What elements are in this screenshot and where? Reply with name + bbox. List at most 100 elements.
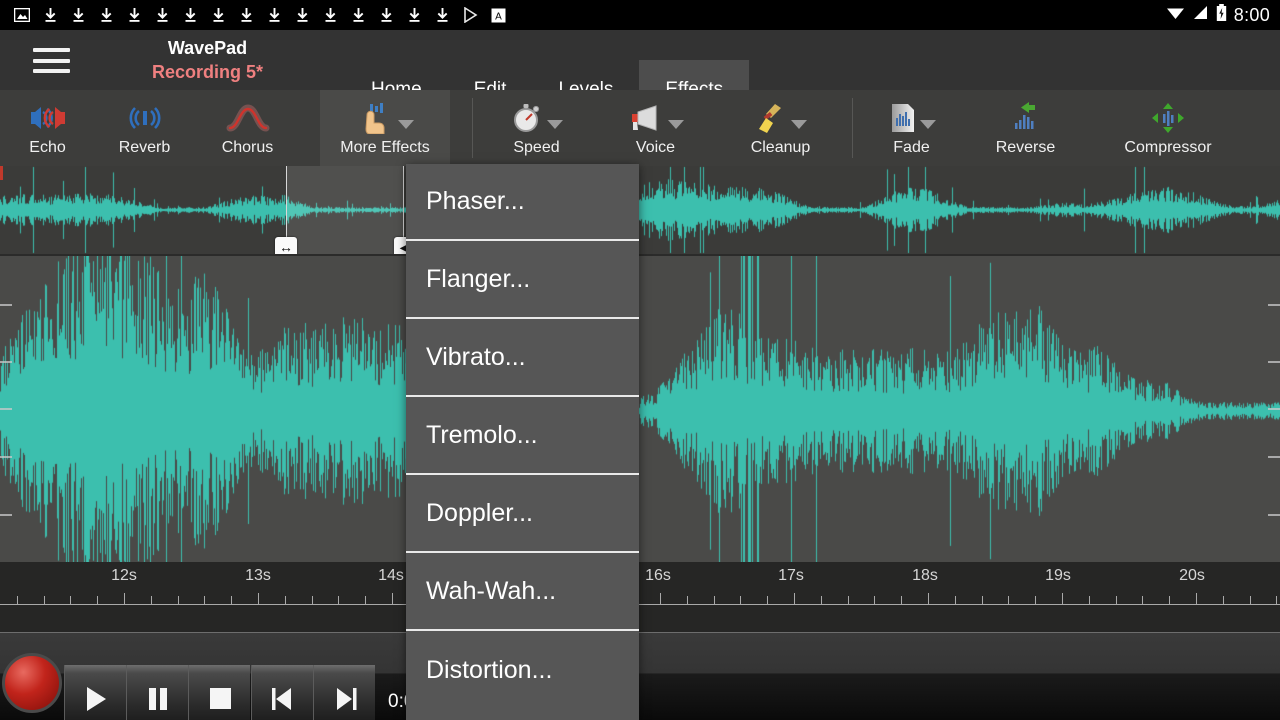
ribbon-button-reverb[interactable]: Reverb	[97, 90, 192, 166]
menu-item-distortion[interactable]: Distortion...	[406, 631, 639, 709]
ribbon-label: Speed	[513, 139, 559, 157]
ruler-label: 18s	[912, 567, 938, 585]
app-name: WavePad	[110, 37, 305, 60]
amplitude-tick	[0, 408, 12, 410]
wifi-icon	[1166, 5, 1185, 25]
amplitude-tick	[0, 514, 12, 516]
download-icon	[148, 4, 176, 26]
effects-ribbon-toolbar: Echo Reverb Chorus	[0, 90, 1280, 166]
ribbon-divider	[852, 98, 853, 158]
ribbon-label: Echo	[29, 139, 65, 157]
ribbon-label: More Effects	[340, 139, 430, 157]
amplitude-tick	[1268, 456, 1280, 458]
download-icon	[232, 4, 260, 26]
chevron-down-icon[interactable]	[398, 120, 414, 129]
menu-item-doppler[interactable]: Doppler...	[406, 475, 639, 553]
overview-selection-region[interactable]	[286, 166, 404, 254]
ribbon-divider	[472, 98, 473, 158]
ribbon-button-chorus[interactable]: Chorus	[200, 90, 295, 166]
compressor-icon	[1151, 99, 1185, 137]
ruler-label: 16s	[645, 567, 671, 585]
menu-item-vibrato[interactable]: Vibrato...	[406, 319, 639, 397]
menu-item-wah-wah[interactable]: Wah-Wah...	[406, 553, 639, 631]
ribbon-label: Voice	[636, 139, 675, 157]
signal-icon	[1192, 5, 1209, 25]
ribbon-button-reverse[interactable]: Reverse	[978, 90, 1073, 166]
chevron-down-icon[interactable]	[547, 120, 563, 129]
download-icon	[344, 4, 372, 26]
waveform-overview[interactable]: ↔ ◀	[0, 166, 1280, 254]
ruler-baseline	[0, 604, 1280, 605]
chorus-icon	[224, 99, 272, 137]
app-header: WavePad Recording 5* Home Edit Levels Ef…	[0, 30, 1280, 90]
ribbon-label: Fade	[893, 139, 929, 157]
download-icon	[64, 4, 92, 26]
record-button[interactable]	[2, 653, 62, 713]
ribbon-button-cleanup[interactable]: Cleanup	[733, 90, 828, 166]
overview-waveform-canvas[interactable]	[0, 166, 1280, 254]
selection-left-handle[interactable]: ↔	[275, 237, 297, 254]
status-bar-clock: 8:00	[1234, 5, 1270, 26]
fade-icon	[888, 99, 936, 137]
hamburger-icon[interactable]	[33, 48, 70, 73]
ribbon-button-speed[interactable]: Speed	[489, 90, 584, 166]
main-waveform-view[interactable]	[0, 256, 1280, 562]
wavepad-app: A 8:00 WavePad Recording 5* Home Edit Le…	[0, 0, 1280, 720]
menu-item-phaser[interactable]: Phaser...	[406, 164, 639, 241]
download-icon	[428, 4, 456, 26]
download-icon	[204, 4, 232, 26]
status-bar-notifications: A	[0, 4, 512, 26]
prev-button[interactable]	[251, 665, 313, 720]
ribbon-button-echo[interactable]: Echo	[0, 90, 95, 166]
play-button[interactable]	[64, 665, 126, 720]
ruler-label: 14s	[378, 567, 404, 585]
download-icon	[260, 4, 288, 26]
amplitude-tick	[1268, 304, 1280, 306]
next-button[interactable]	[313, 665, 375, 720]
stop-button[interactable]	[188, 665, 250, 720]
ribbon-button-compressor[interactable]: Compressor	[1108, 90, 1228, 166]
reverse-icon	[1009, 99, 1043, 137]
ribbon-label: Reverb	[119, 139, 171, 157]
chevron-down-icon[interactable]	[920, 120, 936, 129]
transport-controls	[0, 645, 420, 720]
reverb-icon	[123, 99, 167, 137]
menu-item-tremolo[interactable]: Tremolo...	[406, 397, 639, 475]
download-icon	[288, 4, 316, 26]
download-icon	[92, 4, 120, 26]
overview-start-marker	[0, 166, 3, 180]
ribbon-button-fade[interactable]: Fade	[864, 90, 959, 166]
more-effects-menu[interactable]: Phaser... Flanger... Vibrato... Tremolo.…	[406, 164, 639, 720]
voice-icon	[628, 99, 684, 137]
file-name: Recording 5*	[110, 60, 305, 84]
ribbon-label: Reverse	[996, 139, 1056, 157]
amplitude-tick	[1268, 514, 1280, 516]
amplitude-tick	[1268, 361, 1280, 363]
download-icon	[316, 4, 344, 26]
download-icon	[36, 4, 64, 26]
transport-bar: 0:0	[0, 632, 1280, 720]
ruler-label: 17s	[778, 567, 804, 585]
image-icon	[8, 4, 36, 26]
amplitude-tick	[1268, 408, 1280, 410]
download-icon	[400, 4, 428, 26]
android-status-bar: A 8:00	[0, 0, 1280, 30]
timeline-ruler[interactable]: 12s 13s 14s 16s 17s 18s 19s 20s	[0, 562, 1280, 632]
svg-text:A: A	[495, 11, 502, 22]
download-icon	[176, 4, 204, 26]
status-bar-system-icons: 8:00	[1166, 4, 1280, 26]
chevron-down-icon[interactable]	[791, 120, 807, 129]
menu-item-flanger[interactable]: Flanger...	[406, 241, 639, 319]
chevron-down-icon[interactable]	[668, 120, 684, 129]
main-waveform-canvas[interactable]	[0, 256, 1280, 562]
ruler-label: 13s	[245, 567, 271, 585]
ribbon-button-voice[interactable]: Voice	[608, 90, 703, 166]
echo-icon	[25, 99, 71, 137]
speed-icon	[511, 99, 563, 137]
ribbon-button-more-effects[interactable]: More Effects	[320, 90, 450, 166]
download-icon	[120, 4, 148, 26]
amplitude-tick	[0, 456, 12, 458]
cleanup-icon	[755, 99, 807, 137]
pause-button[interactable]	[126, 665, 188, 720]
ribbon-label: Cleanup	[751, 139, 811, 157]
